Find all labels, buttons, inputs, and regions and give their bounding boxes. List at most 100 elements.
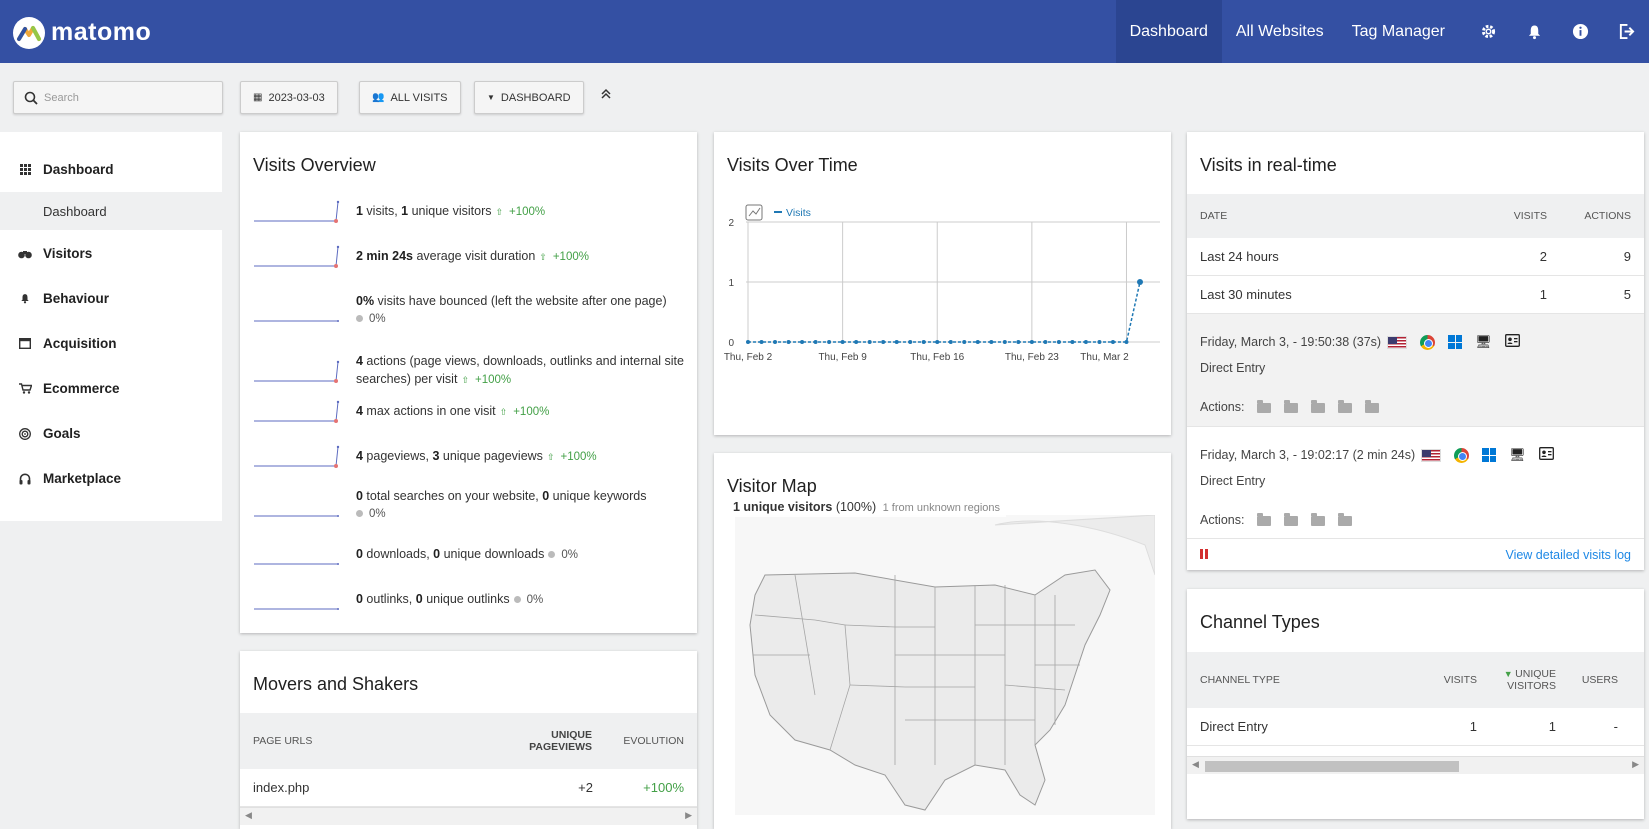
info-icon[interactable] — [1557, 0, 1603, 63]
sidebar-subitem-dashboard[interactable]: Dashboard — [0, 192, 222, 230]
sidebar-item-acquisition[interactable]: Acquisition — [0, 321, 222, 366]
folder-icon[interactable] — [1284, 400, 1299, 413]
dashboard-menu-button[interactable]: ▼ DASHBOARD — [474, 81, 584, 114]
date-picker-button[interactable]: ▦ 2023-03-03 — [240, 81, 338, 114]
data-point[interactable] — [840, 340, 845, 344]
sidebar-item-label: Behaviour — [43, 291, 110, 306]
sparkline[interactable] — [252, 200, 344, 224]
pause-icon[interactable] — [1200, 549, 1203, 559]
x-tick-label: Thu, Feb 23 — [1005, 352, 1059, 363]
folder-icon[interactable] — [1338, 513, 1353, 526]
folder-icon[interactable] — [1311, 400, 1326, 413]
folder-icon[interactable] — [1257, 400, 1272, 413]
nav-tag-manager[interactable]: Tag Manager — [1338, 0, 1459, 63]
data-point[interactable] — [1043, 340, 1048, 344]
metric-change: ⇧ +100% — [500, 406, 550, 418]
sparkline[interactable] — [252, 400, 344, 424]
scrollbar-thumb[interactable] — [1205, 761, 1459, 772]
bell-icon[interactable] — [1511, 0, 1557, 63]
sparkline[interactable] — [252, 360, 344, 384]
sparkline[interactable] — [252, 543, 344, 567]
data-point[interactable] — [948, 340, 953, 344]
data-point[interactable] — [773, 340, 778, 344]
table-row[interactable]: index.php +2 +100% — [240, 769, 697, 807]
folder-icon[interactable] — [1311, 513, 1326, 526]
realtime-visit[interactable]: Friday, March 3, - 19:50:38 (37s) 🖥 Dire… — [1187, 314, 1644, 426]
sidebar-item-behaviour[interactable]: Behaviour — [0, 276, 222, 321]
data-point[interactable] — [1110, 340, 1115, 344]
data-point[interactable] — [935, 340, 940, 344]
data-point[interactable] — [1056, 340, 1061, 344]
data-point[interactable] — [975, 340, 980, 344]
collapse-chevron-icon[interactable] — [600, 88, 612, 103]
view-visits-log-link[interactable]: View detailed visits log — [1505, 548, 1631, 562]
sparkline[interactable] — [252, 495, 344, 519]
data-point[interactable] — [881, 340, 886, 344]
folder-icon[interactable] — [1284, 513, 1299, 526]
table-row[interactable]: Direct Entry 1 1 - — [1187, 708, 1644, 746]
scroll-left-icon[interactable]: ◀ — [1192, 759, 1199, 770]
scroll-left-icon[interactable]: ◀ — [245, 810, 252, 821]
column-header-users[interactable]: USERS — [1563, 674, 1618, 686]
data-point[interactable] — [962, 340, 967, 344]
sidebar-item-visitors[interactable]: Visitors — [0, 231, 222, 276]
visitor-profile-icon[interactable] — [1538, 447, 1554, 463]
data-point[interactable] — [759, 340, 764, 344]
data-point[interactable] — [813, 340, 818, 344]
data-point[interactable] — [1083, 340, 1088, 344]
search-input[interactable]: Search — [13, 81, 223, 114]
matomo-logo[interactable]: matomo — [13, 16, 151, 49]
column-header-unique-visitors[interactable]: ▼ UNIQUE VISITORS — [1496, 668, 1556, 692]
gear-icon[interactable] — [1465, 0, 1511, 63]
sidebar-item-ecommerce[interactable]: Ecommerce — [0, 366, 222, 411]
visitor-map-card: Visitor Map 1 unique visitors (100%) 1 f… — [714, 453, 1171, 829]
data-point[interactable] — [800, 340, 805, 344]
horizontal-scrollbar[interactable]: ◀ ▶ — [1187, 756, 1644, 774]
binoculars-icon — [16, 249, 34, 259]
data-point[interactable] — [1137, 279, 1143, 285]
overview-text: 4 max actions in one visit ⇧ +100% — [356, 402, 686, 421]
data-point[interactable] — [894, 340, 899, 344]
data-point[interactable] — [1124, 340, 1129, 344]
scroll-right-icon[interactable]: ▶ — [685, 810, 692, 821]
data-point[interactable] — [1097, 340, 1102, 344]
data-point[interactable] — [989, 340, 994, 344]
folder-icon[interactable] — [1365, 400, 1380, 413]
us-map[interactable] — [735, 515, 1155, 815]
column-header-visits[interactable]: VISITS — [1417, 674, 1477, 686]
data-point[interactable] — [867, 340, 872, 344]
visitor-profile-icon[interactable] — [1504, 334, 1520, 350]
horizontal-scrollbar[interactable]: ◀ ▶ — [240, 807, 697, 825]
sparkline[interactable] — [252, 245, 344, 269]
sidebar-item-goals[interactable]: Goals — [0, 411, 222, 456]
data-point[interactable] — [1002, 340, 1007, 344]
data-point[interactable] — [746, 340, 750, 344]
data-point[interactable] — [1029, 340, 1034, 344]
folder-icon[interactable] — [1338, 400, 1353, 413]
sparkline[interactable] — [252, 588, 344, 612]
column-header-unique-pageviews[interactable]: UNIQUE PAGEVIEWS — [508, 729, 592, 753]
data-point[interactable] — [786, 340, 791, 344]
sidebar-item-marketplace[interactable]: Marketplace — [0, 456, 222, 501]
page-url[interactable]: index.php — [253, 780, 309, 795]
column-header-channel-type: CHANNEL TYPE — [1200, 674, 1280, 686]
sparkline[interactable] — [252, 300, 344, 324]
data-point[interactable] — [854, 340, 859, 344]
sidebar-item-dashboard[interactable]: Dashboard — [0, 147, 222, 192]
channel-type-label[interactable]: Direct Entry — [1200, 719, 1268, 734]
data-point[interactable] — [1016, 340, 1021, 344]
data-point[interactable] — [921, 340, 926, 344]
data-point[interactable] — [908, 340, 913, 344]
scroll-right-icon[interactable]: ▶ — [1632, 759, 1639, 770]
nav-dashboard[interactable]: Dashboard — [1115, 0, 1222, 63]
data-point[interactable] — [1070, 340, 1075, 344]
sparkline[interactable] — [252, 445, 344, 469]
actions-label: Actions: — [1200, 513, 1245, 527]
realtime-visit[interactable]: Friday, March 3, - 19:02:17 (2 min 24s) … — [1187, 426, 1644, 538]
legend-label[interactable]: Visits — [786, 207, 811, 219]
segment-button[interactable]: 👥 ALL VISITS — [359, 81, 461, 114]
logout-icon[interactable] — [1603, 0, 1649, 63]
nav-all-websites[interactable]: All Websites — [1222, 0, 1338, 63]
folder-icon[interactable] — [1257, 513, 1272, 526]
data-point[interactable] — [827, 340, 832, 344]
